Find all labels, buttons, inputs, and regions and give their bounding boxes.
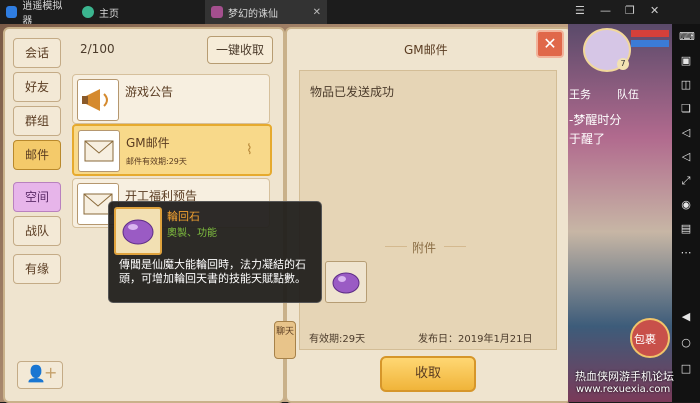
collect-all-button[interactable]: 一键收取: [207, 36, 273, 64]
recent-apps-icon[interactable]: □: [679, 362, 693, 376]
quest-title: -梦醒时分: [569, 113, 622, 127]
tab-game[interactable]: 梦幻的诛仙 ✕: [205, 0, 327, 24]
multi-window-icon[interactable]: ❏: [679, 102, 693, 116]
close-button[interactable]: ✕: [536, 30, 564, 58]
tooltip-item-name: 輪回石: [167, 210, 200, 223]
mail-item-announcement[interactable]: 游戏公告: [72, 74, 270, 124]
home-nav-icon[interactable]: ○: [679, 336, 693, 350]
tab-label: 空间: [24, 190, 49, 204]
back-icon[interactable]: ◀: [679, 310, 693, 324]
mail-title: GM邮件: [126, 136, 170, 150]
tab-label: 战队: [24, 224, 49, 238]
location-icon[interactable]: ◉: [679, 198, 693, 212]
attachment-label: 附件: [412, 241, 437, 255]
minimize-icon[interactable]: —: [600, 4, 611, 17]
folder-icon[interactable]: ▤: [679, 222, 693, 236]
tab-emulator-app[interactable]: 逍遥模拟器: [0, 0, 70, 27]
attachment-expiry: 有效期:29天: [309, 334, 366, 345]
add-person-icon: 👤: [26, 364, 46, 383]
mail-expiry: 邮件有效期:29天: [126, 157, 187, 166]
gamepad-icon[interactable]: ◫: [679, 78, 693, 92]
restore-icon[interactable]: ❐: [625, 4, 635, 17]
home-icon: [82, 6, 94, 18]
collect-button[interactable]: 收取: [380, 356, 476, 392]
sent-date: 发布日：2019年1月21日: [418, 334, 533, 345]
team-label[interactable]: 队伍: [617, 86, 639, 102]
screenshot-icon[interactable]: ▣: [679, 54, 693, 68]
tab-mail[interactable]: 邮件: [13, 140, 61, 170]
hp-bar: [631, 30, 669, 37]
tab-affinity[interactable]: 有缘: [13, 254, 61, 284]
mail-detail-title: GM邮件: [404, 43, 448, 57]
tab-chat[interactable]: 会话: [13, 38, 61, 68]
attachment-item-slot[interactable]: [325, 261, 367, 303]
mail-item-gm[interactable]: GM邮件 邮件有效期:29天 ⌇: [72, 124, 272, 176]
paperclip-icon: ⌇: [246, 142, 253, 158]
volume-up-icon[interactable]: ◁: [679, 126, 693, 140]
envelope-icon: [78, 130, 120, 172]
tooltip-description: 傳聞是仙魔大能輪回時，法力凝結的石頭，可增加輪回天書的技能天賦點數。: [119, 258, 306, 285]
tab-groups[interactable]: 群组: [13, 106, 61, 136]
tab-friends[interactable]: 好友: [13, 72, 61, 102]
player-level: 7: [617, 58, 629, 70]
watermark-url: www.rexuexia.com: [576, 384, 671, 395]
tab-label: 主页: [99, 8, 119, 20]
mp-bar: [631, 40, 669, 47]
tab-label: 群组: [24, 114, 49, 128]
divider: [444, 246, 466, 247]
tab-close-icon[interactable]: ✕: [313, 7, 321, 18]
mail-content-area: [299, 70, 557, 350]
plus-icon: +: [44, 363, 58, 382]
inventory-label: 包裹: [634, 333, 656, 346]
mail-count: 2/100: [80, 42, 115, 56]
tooltip-item-icon: [114, 207, 162, 255]
tab-label: 有缘: [24, 262, 49, 276]
more-icon[interactable]: ⋯: [679, 246, 693, 260]
tab-label: 会话: [24, 46, 49, 60]
volume-down-icon[interactable]: ◁: [679, 150, 693, 164]
mail-body-text: 物品已发送成功: [310, 85, 395, 99]
game-icon: [211, 6, 223, 18]
megaphone-icon: [77, 79, 119, 121]
keyboard-icon[interactable]: ⌨: [679, 30, 695, 44]
tab-label: 梦幻的诛仙: [228, 8, 278, 20]
close-icon[interactable]: ✕: [650, 4, 659, 17]
reincarnation-stone-icon: [332, 272, 360, 294]
tooltip-item-tags: 奧製、功能: [167, 228, 217, 239]
tab-team[interactable]: 战队: [13, 216, 61, 246]
divider: [385, 246, 407, 247]
tab-label: 邮件: [24, 148, 49, 162]
watermark-text: 热血侠网游手机论坛: [575, 370, 674, 383]
tab-label: 逍遥模拟器: [22, 1, 63, 27]
app-logo-icon: [6, 6, 18, 18]
fullscreen-icon[interactable]: ⤢: [679, 174, 693, 188]
reincarnation-stone-icon: [122, 219, 154, 245]
chat-toggle-tag[interactable]: 聊天: [274, 321, 296, 359]
mail-title: 游戏公告: [125, 85, 174, 99]
menu-icon[interactable]: ☰: [575, 4, 585, 17]
quest-text: 于醒了: [569, 132, 606, 146]
tab-label: 好友: [24, 80, 49, 94]
task-label[interactable]: 王务: [569, 86, 591, 102]
add-friend-button[interactable]: 👤 +: [17, 361, 63, 389]
tab-space[interactable]: 空间: [13, 182, 61, 212]
tab-home[interactable]: 主页: [76, 0, 186, 24]
